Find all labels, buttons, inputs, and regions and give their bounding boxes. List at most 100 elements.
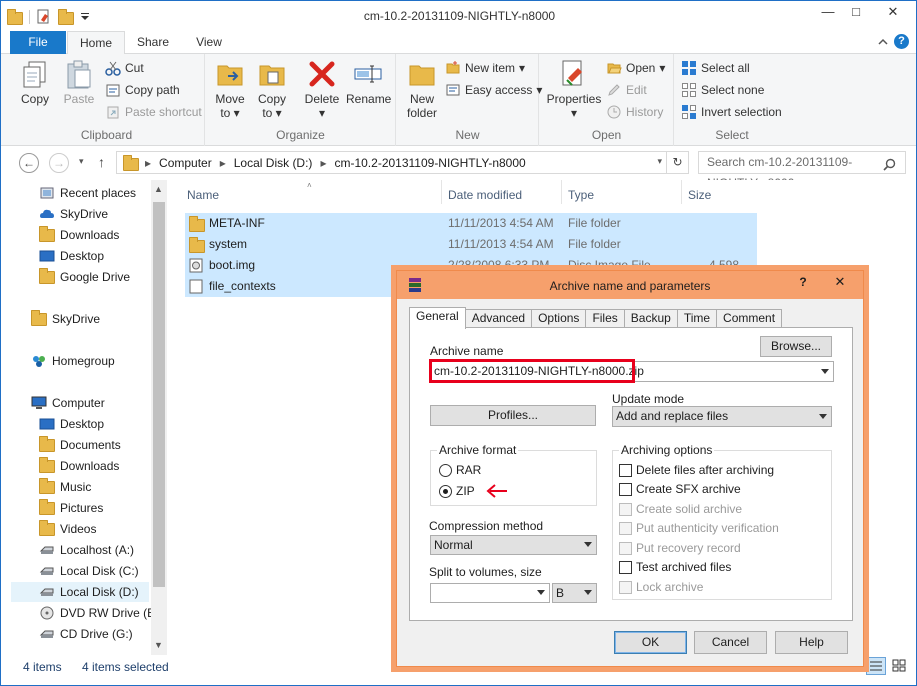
ok-button[interactable]: OK <box>614 631 687 654</box>
checkbox-authenticity[interactable]: Put authenticity verification <box>619 521 779 535</box>
history-button[interactable]: History <box>606 102 663 122</box>
details-view-button[interactable] <box>866 657 886 675</box>
checkbox-create-sfx[interactable]: Create SFX archive <box>619 482 741 496</box>
rename-button[interactable]: Rename <box>346 58 391 106</box>
nav-skydrive[interactable]: SkyDrive <box>31 309 100 329</box>
nav-downloads-fav[interactable]: Downloads <box>39 225 119 245</box>
checkbox-test-archived[interactable]: Test archived files <box>619 560 731 574</box>
nav-videos[interactable]: Videos <box>39 519 96 539</box>
tab-backup[interactable]: Backup <box>623 309 678 328</box>
column-date-modified[interactable]: Date modified <box>448 188 522 202</box>
open-button[interactable]: Open ▾ <box>606 58 665 78</box>
recent-locations-dropdown[interactable]: ▾ <box>79 156 84 167</box>
tab-home[interactable]: Home <box>67 31 125 55</box>
checkbox-box[interactable] <box>619 463 632 477</box>
chevron-down-icon[interactable] <box>821 368 829 374</box>
back-button[interactable]: ← <box>19 153 39 173</box>
nav-google-drive[interactable]: Google Drive <box>39 267 130 287</box>
delete-button[interactable]: Delete ▾ <box>302 58 342 120</box>
nav-pictures[interactable]: Pictures <box>39 498 103 518</box>
checkbox-recovery-record[interactable]: Put recovery record <box>619 541 741 555</box>
copy-path-button[interactable]: Copy path <box>105 80 180 100</box>
profiles-button[interactable]: Profiles... <box>430 405 596 426</box>
up-button[interactable]: ↑ <box>98 154 105 170</box>
search-input[interactable]: Search cm-10.2-20131109-NIGHTLY-n8000 <box>698 151 906 190</box>
large-icons-view-button[interactable] <box>890 657 910 675</box>
checkbox-box[interactable] <box>619 541 632 555</box>
paste-button[interactable]: Paste <box>59 58 99 106</box>
paste-shortcut-button[interactable]: Paste shortcut <box>105 102 202 122</box>
checkbox-box[interactable] <box>619 521 632 535</box>
nav-desktop-fav[interactable]: Desktop <box>39 246 104 266</box>
help-icon[interactable]: ? <box>894 34 909 49</box>
invert-selection-button[interactable]: Invert selection <box>681 102 782 122</box>
nav-localhost-a[interactable]: Localhost (A:) <box>39 540 134 560</box>
properties-button[interactable]: Properties ▾ <box>544 58 604 120</box>
radio-zip[interactable]: ZIP <box>439 484 475 498</box>
scrollbar-thumb[interactable] <box>153 202 165 587</box>
compression-method-select[interactable]: Normal <box>430 535 597 555</box>
select-none-button[interactable]: Select none <box>681 80 764 100</box>
edit-button[interactable]: Edit <box>606 80 647 100</box>
browse-button[interactable]: Browse... <box>760 336 832 357</box>
move-to-button[interactable]: Move to ▾ <box>212 58 248 120</box>
new-item-button[interactable]: New item ▾ <box>445 58 525 78</box>
copy-button[interactable]: Copy <box>15 58 55 106</box>
nav-music[interactable]: Music <box>39 477 91 497</box>
nav-scrollbar[interactable]: ▲ ▼ <box>151 180 167 655</box>
minimize-button[interactable]: — <box>814 1 842 23</box>
nav-dvd-rw-e[interactable]: DVD RW Drive (E: <box>39 603 158 623</box>
column-size[interactable]: Size <box>688 188 711 202</box>
checkbox-box[interactable] <box>619 502 632 516</box>
column-name[interactable]: Name <box>187 188 219 202</box>
dialog-help-button[interactable]: ? <box>793 275 813 293</box>
chevron-down-icon[interactable] <box>584 590 592 595</box>
tab-share[interactable]: Share <box>127 31 179 54</box>
table-row[interactable]: system 11/11/2013 4:54 AM File folder <box>185 234 757 255</box>
breadcrumb-computer[interactable]: Computer <box>159 156 212 170</box>
nav-local-disk-c[interactable]: Local Disk (C:) <box>39 561 139 581</box>
tab-time[interactable]: Time <box>676 309 718 328</box>
tab-comment[interactable]: Comment <box>716 309 783 328</box>
close-button[interactable]: ✕ <box>870 1 916 23</box>
address-dropdown-icon[interactable]: ▾ <box>657 156 662 167</box>
chevron-down-icon[interactable] <box>584 542 592 547</box>
cut-button[interactable]: Cut <box>105 58 144 78</box>
radio-zip-circle[interactable] <box>439 484 452 498</box>
tab-advanced[interactable]: Advanced <box>464 309 533 328</box>
breadcrumb-local-disk-d[interactable]: Local Disk (D:) <box>234 156 313 170</box>
scroll-down-icon[interactable]: ▼ <box>154 640 163 650</box>
split-volumes-input[interactable] <box>430 583 550 603</box>
help-button[interactable]: Help <box>775 631 848 654</box>
radio-rar[interactable]: RAR <box>439 463 481 477</box>
tab-view[interactable]: View <box>183 31 235 54</box>
scroll-up-icon[interactable]: ▲ <box>154 184 163 194</box>
table-row[interactable]: META-INF 11/11/2013 4:54 AM File folder <box>185 213 757 234</box>
maximize-button[interactable]: □ <box>842 1 870 23</box>
nav-cd-drive-g[interactable]: CD Drive (G:) <box>39 624 133 644</box>
nav-skydrive-fav[interactable]: SkyDrive <box>39 204 108 224</box>
chevron-down-icon[interactable] <box>537 590 545 595</box>
forward-button[interactable]: → <box>49 153 69 173</box>
checkbox-box[interactable] <box>619 560 632 574</box>
checkbox-create-solid[interactable]: Create solid archive <box>619 502 742 516</box>
tab-options[interactable]: Options <box>531 309 587 328</box>
tab-files[interactable]: Files <box>585 309 625 328</box>
nav-downloads[interactable]: Downloads <box>39 456 119 476</box>
nav-local-disk-d[interactable]: Local Disk (D:) <box>11 582 149 602</box>
radio-rar-circle[interactable] <box>439 463 452 477</box>
checkbox-box[interactable] <box>619 482 632 496</box>
collapse-ribbon-icon[interactable] <box>877 36 889 48</box>
dialog-close-button[interactable]: ✕ <box>817 271 863 293</box>
split-unit-select[interactable]: B <box>552 583 597 603</box>
nav-recent-places[interactable]: Recent places <box>39 183 136 203</box>
chevron-down-icon[interactable] <box>819 413 827 419</box>
easy-access-button[interactable]: Easy access ▾ <box>445 80 542 100</box>
refresh-icon[interactable]: ↻ <box>666 152 688 173</box>
update-mode-select[interactable]: Add and replace files <box>612 406 832 427</box>
select-all-button[interactable]: Select all <box>681 58 750 78</box>
breadcrumb-current-folder[interactable]: cm-10.2-20131109-NIGHTLY-n8000 <box>334 156 525 170</box>
table-row[interactable]: file_contexts <box>185 276 397 297</box>
new-folder-button[interactable]: New folder <box>403 58 441 120</box>
column-type[interactable]: Type <box>568 188 594 202</box>
